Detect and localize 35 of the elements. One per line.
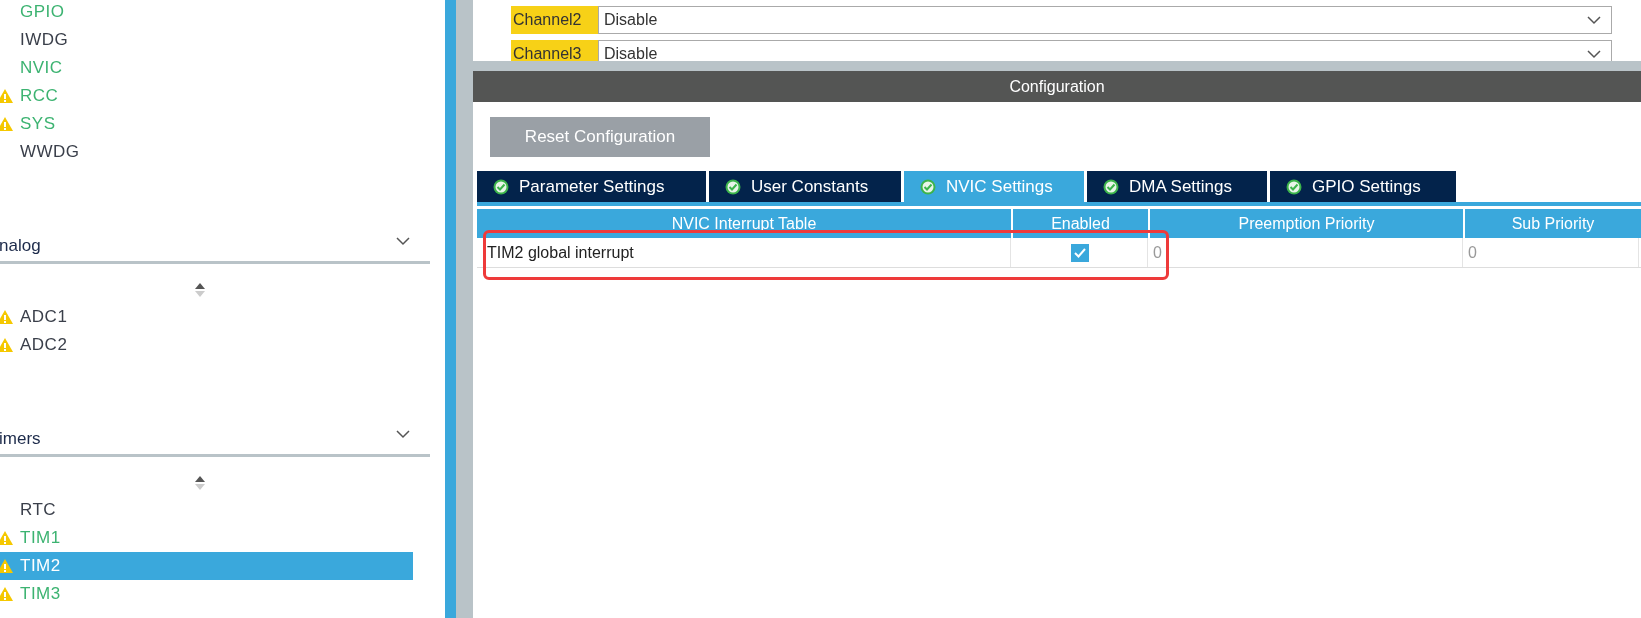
tab[interactable]: User Constants [709,171,901,202]
sort-icon [194,476,206,490]
column-header: Sub Priority [1465,209,1641,238]
sort-icon [194,283,206,297]
category-header[interactable]: imers [0,423,430,457]
column-header: Preemption Priority [1150,209,1463,238]
check-circle-icon [493,178,509,195]
sidebar-item[interactable]: ADC2 [0,331,413,359]
parameter-label: Channel3 [511,40,598,61]
table-cell: 0 [1465,238,1639,267]
column-header: NVIC Interrupt Table [477,209,1011,238]
check-circle-icon [1286,178,1302,195]
checkbox[interactable] [1071,243,1089,262]
parameter-label: Channel2 [511,6,598,34]
splitter-bar[interactable] [445,0,456,618]
sidebar-item[interactable]: ADC1 [0,303,413,331]
dropdown-field[interactable]: Disable [598,6,1612,34]
sidebar-item[interactable]: IWDG [0,26,413,54]
chevron-icon [1587,49,1601,59]
check-circle-icon [725,178,741,195]
column-header: Enabled [1013,209,1148,238]
table-cell: 0 [1150,238,1463,267]
sidebar-item[interactable]: WWDG [0,138,413,166]
tab[interactable]: Parameter Settings [477,171,706,202]
check-circle-icon [1103,178,1119,195]
tab[interactable]: GPIO Settings [1270,171,1456,202]
panel-header: Configuration [473,71,1641,102]
tab[interactable]: DMA Settings [1087,171,1267,202]
sidebar-item[interactable]: RTC [0,496,413,524]
table-cell: TIM2 global interrupt [477,238,1011,267]
splitter-bar[interactable] [473,61,1641,71]
check-circle-icon [920,178,936,195]
chevron-icon [1587,15,1601,25]
category-header[interactable]: nalog [0,230,430,264]
splitter-bar[interactable] [456,0,473,618]
